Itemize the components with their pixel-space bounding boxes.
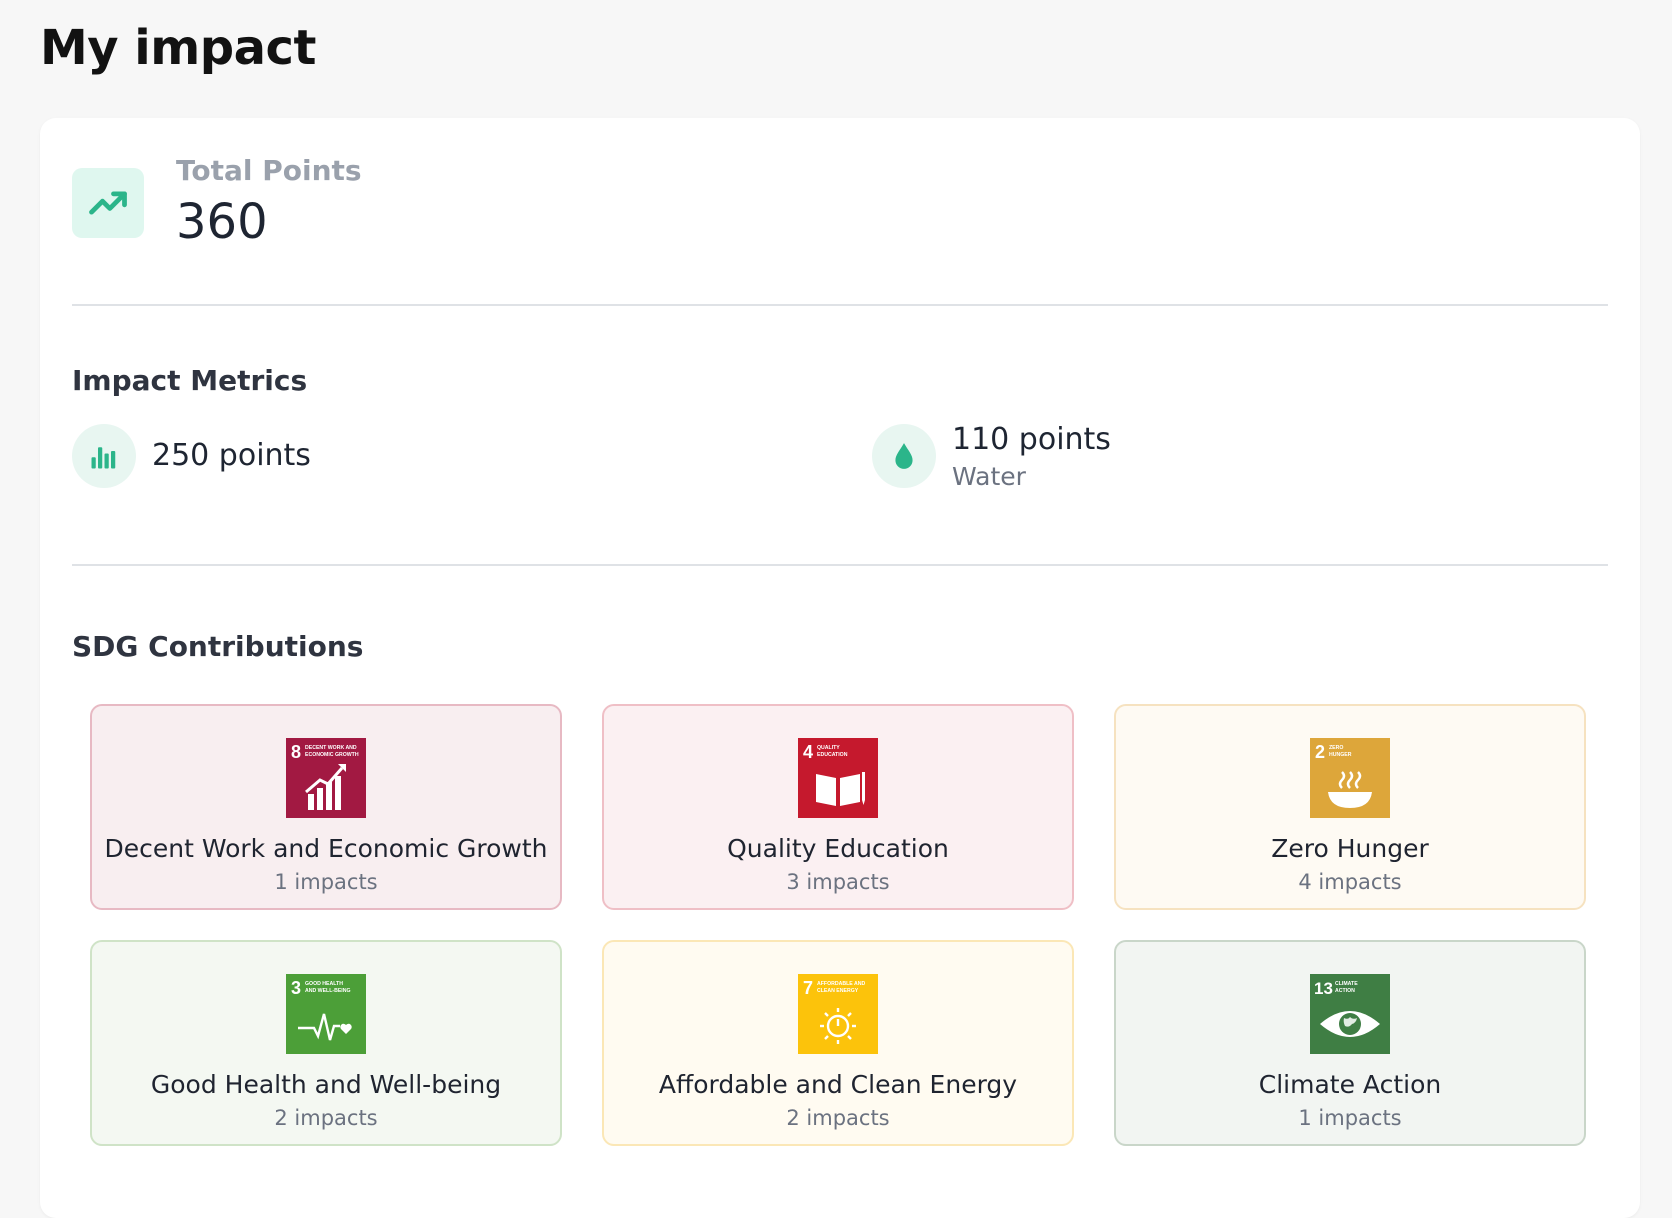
metric-value: 110 points [952, 422, 1111, 457]
sdg-impact-count: 4 impacts [1298, 870, 1402, 894]
svg-text:EDUCATION: EDUCATION [817, 752, 848, 758]
sdg-impact-count: 1 impacts [1298, 1106, 1402, 1130]
sdg-impact-count: 1 impacts [274, 870, 378, 894]
metric-item: 250 points [72, 424, 672, 490]
metric-item: 110 points Water [872, 422, 1472, 491]
svg-text:ECONOMIC GROWTH: ECONOMIC GROWTH [305, 752, 359, 758]
bar-chart-icon [72, 424, 136, 488]
svg-text:AND WELL-BEING: AND WELL-BEING [305, 988, 351, 994]
sdg-2-logo: 2 ZERO HUNGER [1310, 738, 1390, 818]
page-title: My impact [40, 20, 316, 76]
sdg-13-logo: 13 CLIMATE ACTION [1310, 974, 1390, 1054]
sdg-4-logo: 4 QUALITY EDUCATION [798, 738, 878, 818]
sdg-name: Good Health and Well-being [150, 1070, 502, 1099]
divider [72, 304, 1608, 306]
total-points-value: 360 [176, 194, 268, 250]
sdg-impact-count: 2 impacts [274, 1106, 378, 1130]
total-points-label: Total Points [176, 154, 362, 187]
sdg-tile-climate-action[interactable]: 13 CLIMATE ACTION Climate Action 1 impac… [1114, 940, 1586, 1146]
svg-text:CLIMATE: CLIMATE [1335, 981, 1358, 987]
sdg-tile-zero-hunger[interactable]: 2 ZERO HUNGER Zero Hunger 4 impacts [1114, 704, 1586, 910]
sdg-impact-count: 2 impacts [786, 1106, 890, 1130]
svg-text:HUNGER: HUNGER [1329, 752, 1352, 758]
svg-text:CLEAN ENERGY: CLEAN ENERGY [817, 988, 859, 994]
svg-text:GOOD HEALTH: GOOD HEALTH [305, 981, 343, 987]
sdg-name: Quality Education [727, 834, 949, 863]
svg-text:13: 13 [1314, 979, 1333, 998]
divider [72, 564, 1608, 566]
impact-metrics-title: Impact Metrics [72, 364, 308, 397]
svg-text:2: 2 [1315, 742, 1325, 762]
metric-value: 250 points [152, 438, 311, 473]
sdg-7-logo: 7 AFFORDABLE AND CLEAN ENERGY [798, 974, 878, 1054]
svg-text:QUALITY: QUALITY [817, 745, 840, 751]
sdg-contributions-title: SDG Contributions [72, 630, 364, 663]
sdg-tile-clean-energy[interactable]: 7 AFFORDABLE AND CLEAN ENERGY Affordable… [602, 940, 1074, 1146]
svg-text:AFFORDABLE AND: AFFORDABLE AND [817, 981, 865, 987]
metric-label: Water [952, 462, 1026, 491]
svg-text:7: 7 [803, 978, 813, 998]
svg-text:3: 3 [291, 978, 301, 998]
svg-text:ZERO: ZERO [1329, 745, 1343, 751]
sdg-tile-quality-education[interactable]: 4 QUALITY EDUCATION Quality Education 3 … [602, 704, 1074, 910]
svg-text:ACTION: ACTION [1335, 988, 1355, 994]
svg-text:4: 4 [803, 742, 813, 762]
sdg-3-logo: 3 GOOD HEALTH AND WELL-BEING [286, 974, 366, 1054]
sdg-name: Zero Hunger [1271, 834, 1429, 863]
sdg-name: Affordable and Clean Energy [658, 1070, 1018, 1099]
total-points-block: Total Points 360 [72, 154, 672, 264]
sdg-name: Decent Work and Economic Growth [104, 834, 548, 863]
sdg-name: Climate Action [1258, 1070, 1442, 1099]
trending-up-icon [72, 168, 144, 238]
sdg-tile-good-health[interactable]: 3 GOOD HEALTH AND WELL-BEING Good Health… [90, 940, 562, 1146]
sdg-tile-decent-work[interactable]: 8 DECENT WORK AND ECONOMIC GROWTH Decent… [90, 704, 562, 910]
svg-text:DECENT WORK AND: DECENT WORK AND [305, 745, 357, 751]
sdg-8-logo: 8 DECENT WORK AND ECONOMIC GROWTH [286, 738, 366, 818]
sdg-impact-count: 3 impacts [786, 870, 890, 894]
svg-text:8: 8 [291, 742, 301, 762]
water-drop-icon [872, 424, 936, 488]
